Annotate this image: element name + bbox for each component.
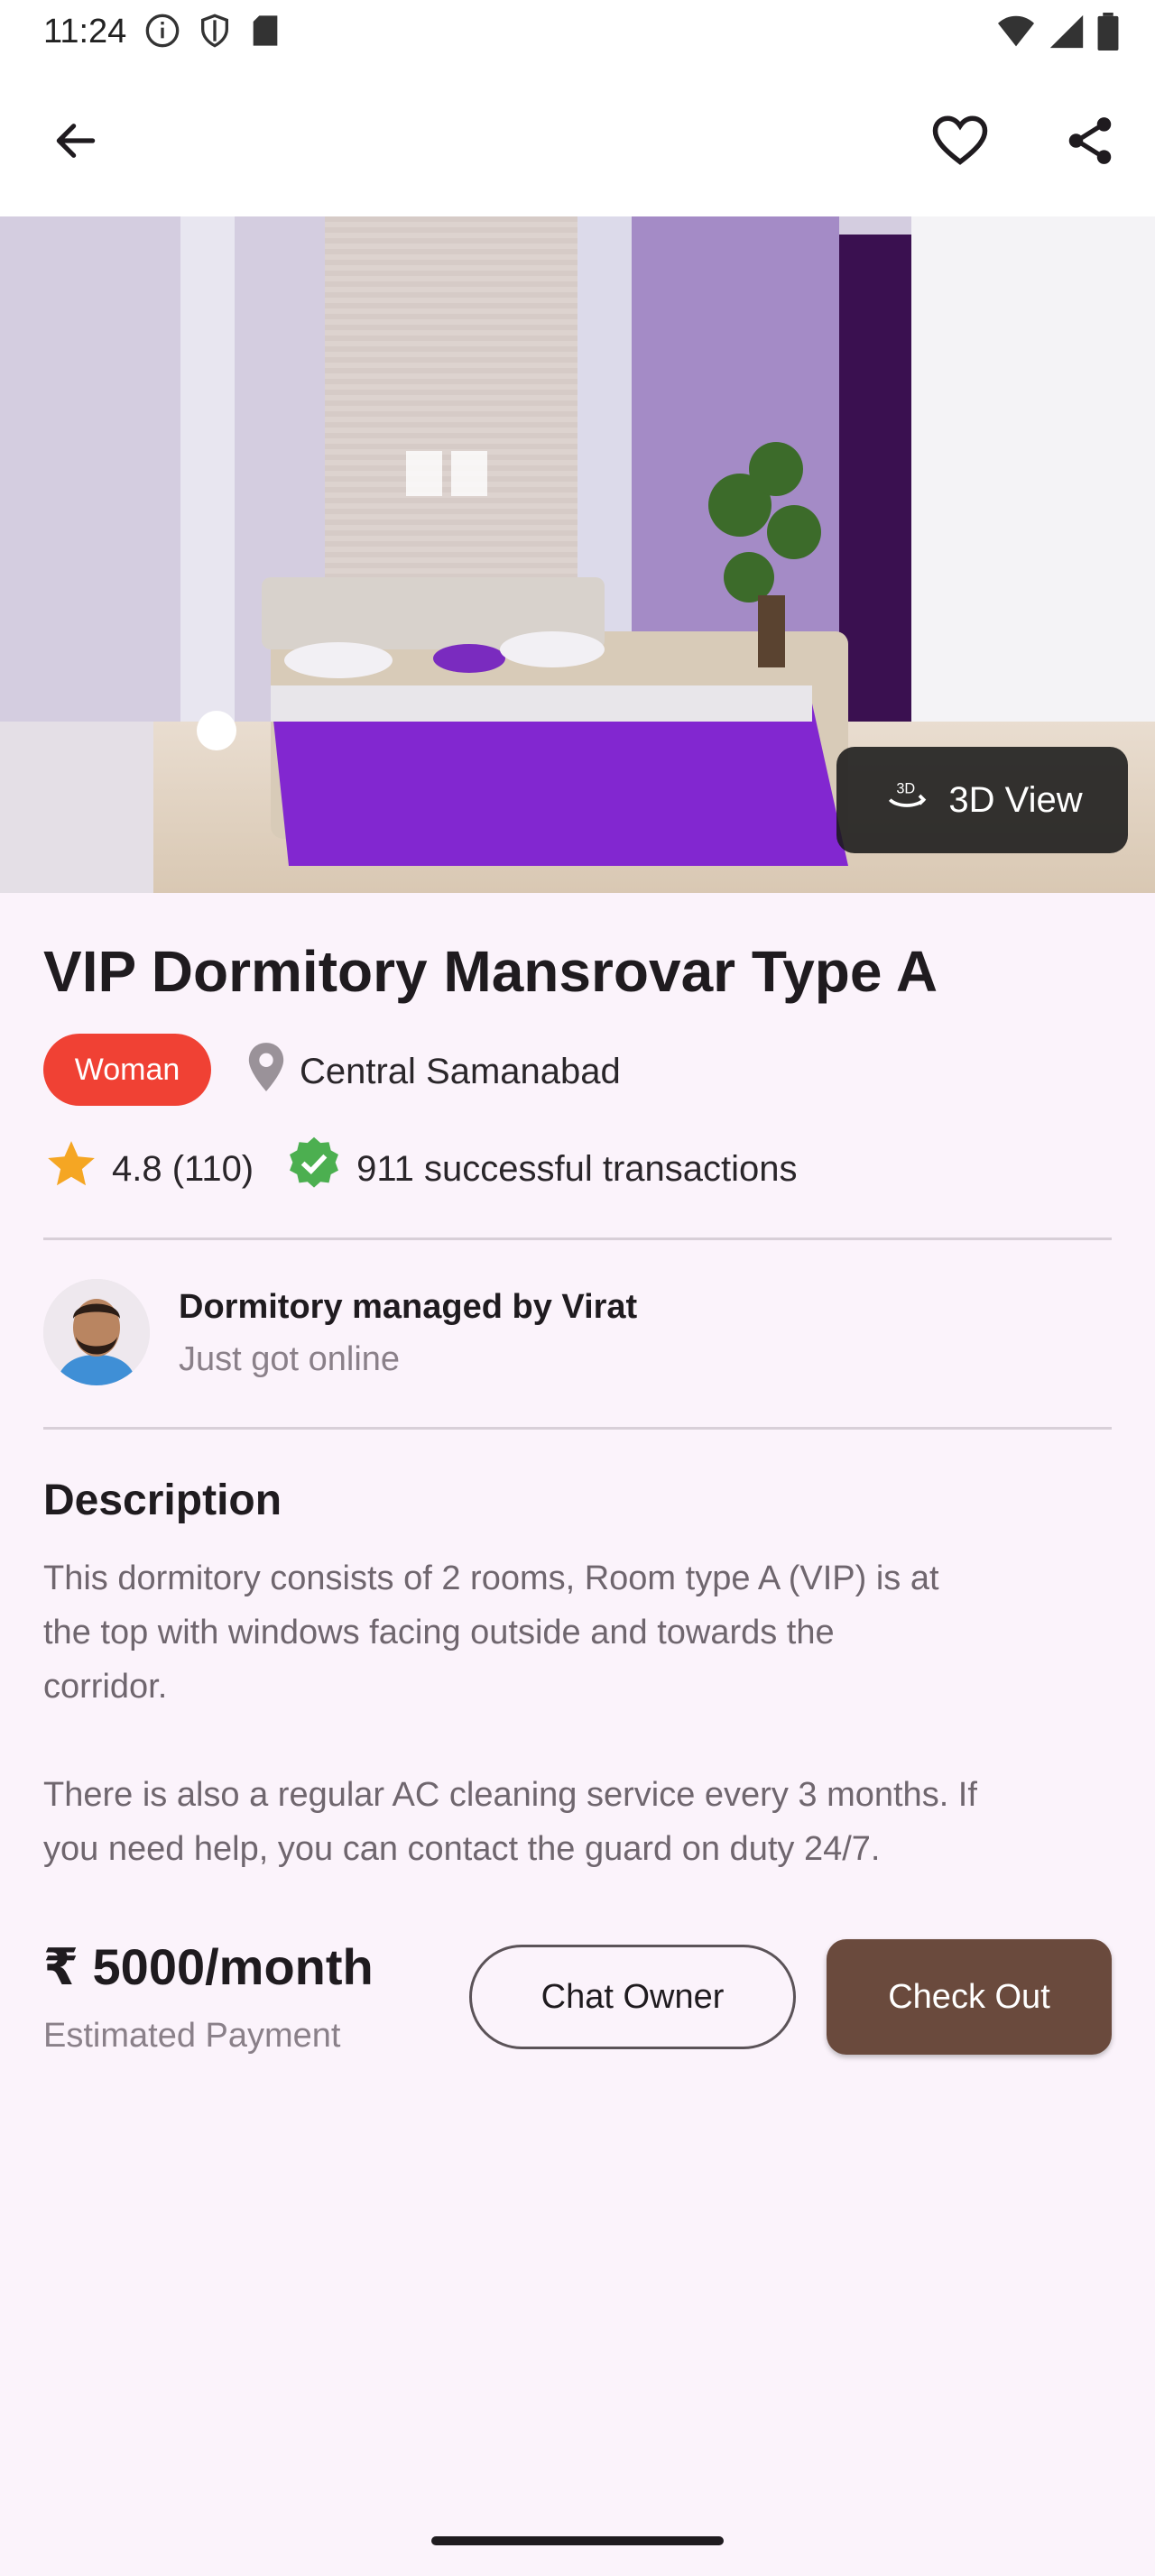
description-paragraph: This dormitory consists of 2 rooms, Room… bbox=[43, 1559, 939, 1706]
sd-card-icon bbox=[249, 13, 282, 53]
description-heading: Description bbox=[43, 1477, 282, 1524]
3d-view-button[interactable]: 3D 3D View bbox=[836, 747, 1128, 853]
signal-icon bbox=[1049, 14, 1085, 54]
share-icon bbox=[1062, 113, 1118, 173]
divider bbox=[43, 1237, 1112, 1240]
chat-owner-button[interactable]: Chat Owner bbox=[469, 1945, 796, 2049]
divider bbox=[43, 1427, 1112, 1430]
3d-view-label: 3D View bbox=[948, 779, 1083, 820]
avatar-portrait bbox=[43, 1279, 150, 1385]
star-icon bbox=[43, 1136, 99, 1201]
verified-badge-icon bbox=[284, 1135, 344, 1203]
battery-icon bbox=[1097, 13, 1119, 55]
top-app-bar bbox=[0, 65, 1155, 216]
rotate-3d-icon: 3D bbox=[882, 770, 932, 830]
transactions-text: 911 successful transactions bbox=[356, 1148, 798, 1189]
description-paragraph: There is also a regular AC cleaning serv… bbox=[43, 1776, 977, 1868]
heart-icon bbox=[930, 111, 990, 175]
share-button[interactable] bbox=[1052, 105, 1128, 180]
manager-name: Dormitory managed by Virat bbox=[179, 1288, 638, 1326]
gender-badge: Woman bbox=[43, 1034, 211, 1106]
status-time: 11:24 bbox=[43, 13, 127, 51]
location-text: Central Samanabad bbox=[300, 1051, 621, 1091]
back-button[interactable] bbox=[40, 106, 112, 179]
svg-text:3D: 3D bbox=[897, 781, 916, 797]
room-photo: 3D 3D View bbox=[0, 216, 1155, 893]
favorite-button[interactable] bbox=[922, 105, 998, 180]
shield-icon bbox=[197, 13, 233, 53]
status-icons-right bbox=[996, 13, 1119, 55]
status-icons-left bbox=[144, 13, 282, 53]
location: Central Samanabad bbox=[245, 1041, 621, 1102]
rating-text: 4.8 (110) bbox=[112, 1148, 254, 1189]
price: ₹ 5000/month bbox=[43, 1938, 374, 1995]
transactions: 911 successful transactions bbox=[284, 1135, 798, 1203]
check-out-button[interactable]: Check Out bbox=[827, 1939, 1112, 2055]
avatar[interactable] bbox=[43, 1279, 150, 1385]
rating-row: 4.8 (110) 911 successful transactions bbox=[43, 1135, 798, 1203]
price-subtitle: Estimated Payment bbox=[43, 2017, 341, 2055]
back-arrow-icon bbox=[51, 115, 101, 170]
status-bar: 11:24 bbox=[0, 0, 1155, 65]
info-icon bbox=[144, 13, 180, 53]
manager-status: Just got online bbox=[179, 1340, 401, 1378]
rating: 4.8 (110) bbox=[43, 1136, 254, 1201]
listing-title: VIP Dormitory Mansrovar Type A bbox=[43, 939, 938, 1004]
wifi-icon bbox=[996, 14, 1036, 54]
home-indicator bbox=[431, 2536, 724, 2545]
location-pin-icon bbox=[245, 1041, 287, 1102]
